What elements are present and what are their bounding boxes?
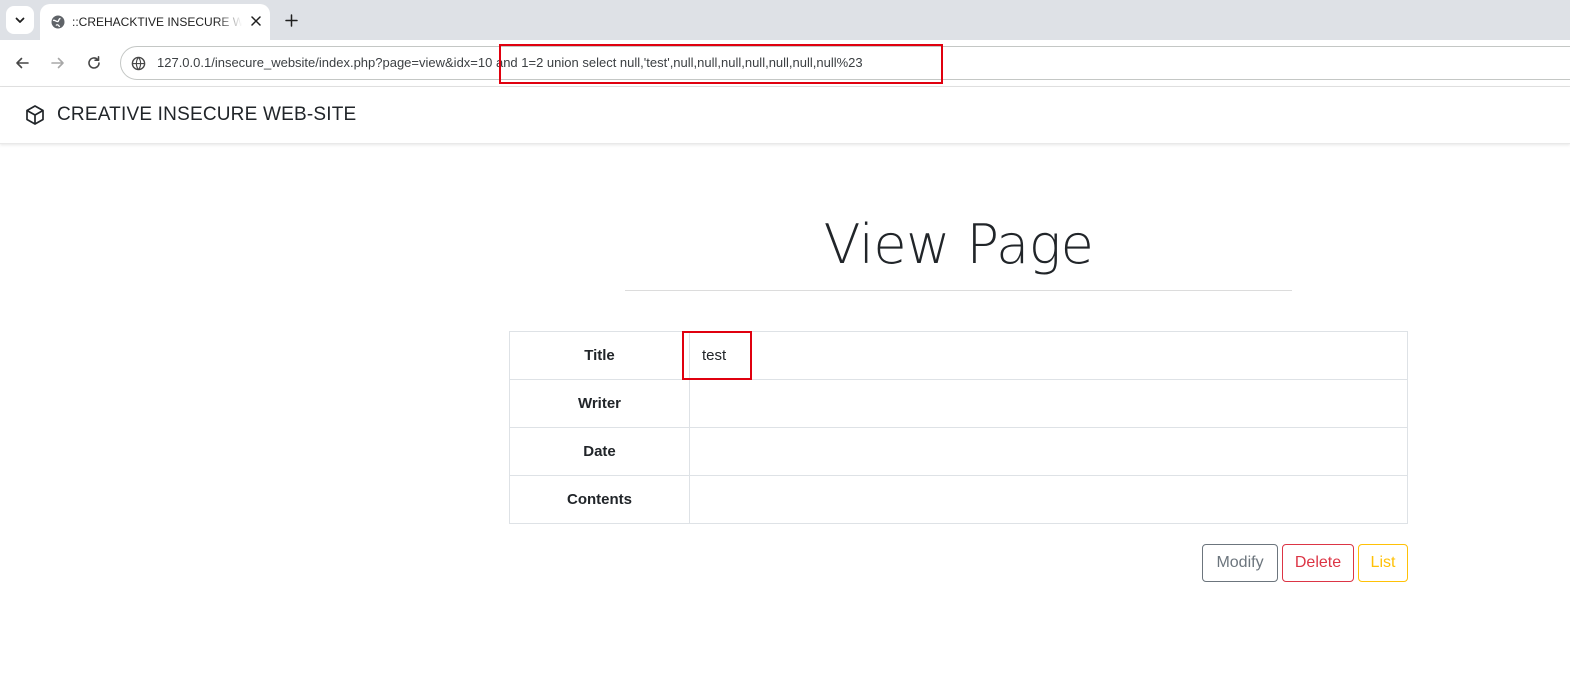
back-button[interactable] bbox=[10, 51, 34, 75]
table-row: Writer bbox=[509, 379, 1408, 428]
box-icon bbox=[26, 105, 44, 125]
title-highlight-box bbox=[682, 331, 752, 380]
site-brand[interactable]: CREATIVE INSECURE WEB-SITE bbox=[57, 104, 356, 126]
site-info-button[interactable] bbox=[130, 55, 146, 71]
arrow-left-icon bbox=[16, 57, 29, 69]
row-label: Contents bbox=[509, 475, 690, 524]
row-value: test bbox=[689, 331, 1408, 380]
view-table: Title test Writer Date Contents bbox=[509, 331, 1408, 524]
modify-button[interactable]: Modify bbox=[1202, 544, 1278, 582]
site-navbar: CREATIVE INSECURE WEB-SITE bbox=[0, 87, 1570, 144]
row-label: Title bbox=[509, 331, 690, 380]
reload-button[interactable] bbox=[82, 51, 106, 75]
row-label: Date bbox=[509, 427, 690, 476]
plus-icon bbox=[284, 13, 298, 27]
table-row: Title test bbox=[509, 331, 1408, 380]
tab-title: ::CREHACKTIVE INSECURE WEB-SITE bbox=[72, 15, 242, 29]
site-info-icon bbox=[131, 56, 145, 70]
globe-icon bbox=[51, 15, 65, 29]
title-divider bbox=[625, 290, 1292, 291]
row-value bbox=[689, 379, 1408, 428]
page-title: View Page bbox=[823, 213, 1094, 276]
list-button[interactable]: List bbox=[1358, 544, 1408, 582]
table-row: Date bbox=[509, 427, 1408, 476]
new-tab-button[interactable] bbox=[280, 9, 302, 31]
forward-button[interactable] bbox=[46, 51, 70, 75]
row-value bbox=[689, 475, 1408, 524]
url-highlight-box bbox=[499, 44, 943, 84]
tab-search-button[interactable] bbox=[6, 6, 34, 34]
chevron-down-icon bbox=[15, 17, 25, 23]
row-label: Writer bbox=[509, 379, 690, 428]
browser-tab-strip: ::CREHACKTIVE INSECURE WEB-SITE bbox=[0, 0, 1570, 40]
delete-button[interactable]: Delete bbox=[1282, 544, 1354, 582]
row-value bbox=[689, 427, 1408, 476]
browser-tab[interactable]: ::CREHACKTIVE INSECURE WEB-SITE bbox=[40, 4, 270, 40]
table-row: Contents bbox=[509, 475, 1408, 524]
close-tab-button[interactable] bbox=[248, 13, 264, 29]
reload-icon bbox=[88, 56, 100, 69]
close-icon bbox=[251, 16, 261, 26]
arrow-right-icon bbox=[51, 57, 64, 69]
